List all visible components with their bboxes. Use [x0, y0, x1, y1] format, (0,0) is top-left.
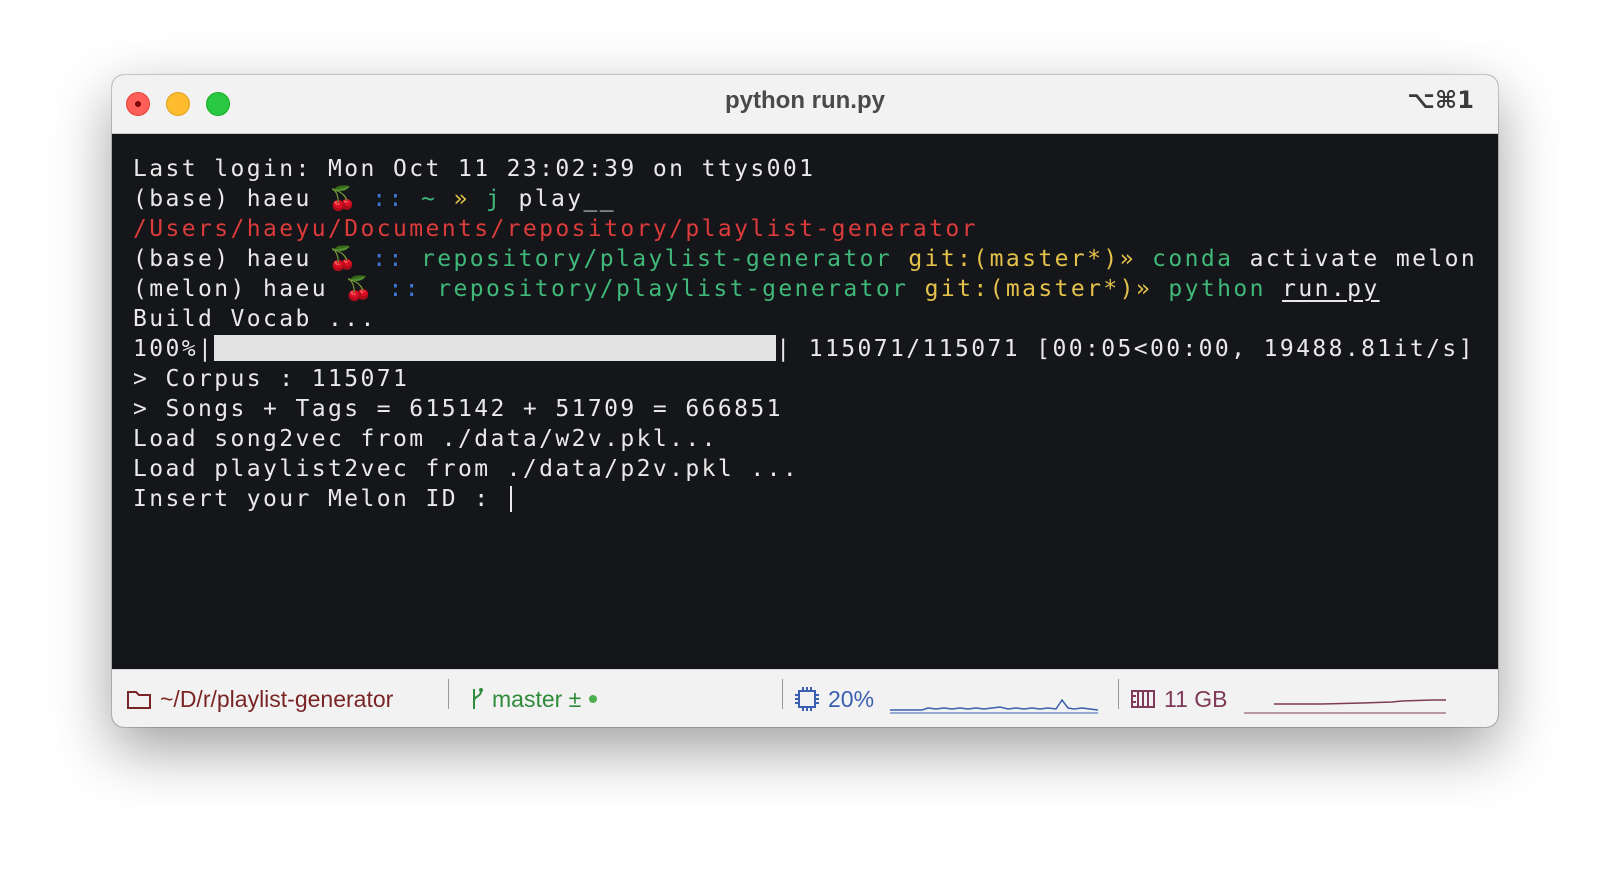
git-dirty-dot-icon — [589, 695, 598, 703]
status-git-branch[interactable]: master ± — [470, 670, 598, 727]
prompt-directory: ~ — [420, 186, 438, 212]
status-divider — [782, 679, 783, 709]
memory-icon — [1130, 688, 1156, 710]
status-path[interactable]: ~/D/r/playlist-generator — [126, 670, 393, 727]
git-branch-icon — [470, 687, 484, 711]
status-branch-label: master ± — [492, 685, 582, 712]
load-song2vec-line: Load song2vec from ./data/w2v.pkl... — [133, 426, 718, 452]
prompt-separator: :: — [372, 246, 405, 272]
progress-bar-end: | — [776, 336, 793, 362]
prompt-directory: repository/playlist-generator — [437, 276, 909, 302]
status-divider — [448, 679, 449, 709]
command-name: python — [1168, 276, 1266, 302]
status-memory: 11 GB — [1130, 670, 1448, 727]
memory-sparkline — [1243, 699, 1446, 714]
corpus-line: > Corpus : 115071 — [133, 366, 410, 392]
prompt-directory: repository/playlist-generator — [420, 246, 893, 272]
prompt-line: (base) haeu 🍒 :: ~ » j play__ — [133, 184, 1498, 214]
prompt-arrow: » — [453, 186, 470, 212]
command-name: conda — [1152, 246, 1234, 272]
cherry-emoji-icon: 🍒 — [344, 276, 373, 302]
command-argument: play__ — [518, 186, 616, 212]
input-prompt: Insert your Melon ID : — [133, 486, 507, 512]
terminal-window: python run.py ⌥⌘1 Last login: Mon Oct 11… — [112, 75, 1498, 727]
prompt-env: (base) haeu — [133, 246, 312, 272]
songs-tags-line: > Songs + Tags = 615142 + 51709 = 666851 — [133, 396, 783, 422]
prompt-env: (melon) haeu — [133, 276, 328, 302]
prompt-arrow: » — [1119, 246, 1136, 272]
jump-output-path: /Users/haeyu/Documents/repository/playli… — [133, 216, 978, 242]
progress-line: 100%| | 115071/115071 [00:05<00:00, 19488… — [133, 334, 1498, 364]
cherry-emoji-icon: 🍒 — [327, 246, 357, 272]
cherry-emoji-icon: 🍒 — [327, 186, 357, 212]
prompt-separator: :: — [372, 186, 405, 212]
text-cursor — [509, 486, 512, 512]
command-argument: run.py — [1282, 276, 1380, 302]
build-vocab-line: Build Vocab ... — [133, 306, 377, 332]
progress-bar — [214, 335, 777, 361]
window-shortcut: ⌥⌘1 — [1407, 86, 1474, 114]
prompt-env: (base) haeu — [133, 186, 312, 212]
status-memory-label: 11 GB — [1164, 685, 1228, 712]
window-title: python run.py — [725, 87, 885, 114]
prompt-line: (melon) haeu 🍒 :: repository/playlist-ge… — [133, 274, 1498, 304]
command-name: j — [485, 186, 503, 212]
folder-icon — [126, 688, 152, 710]
status-path-label: ~/D/r/playlist-generator — [160, 685, 394, 712]
status-cpu: 20% — [794, 670, 1100, 727]
status-cpu-label: 20% — [828, 685, 875, 712]
cpu-icon — [794, 686, 820, 712]
input-prompt-line[interactable]: Insert your Melon ID : — [133, 484, 1498, 514]
prompt-git-status: git:(master*) — [908, 246, 1120, 272]
progress-percent: 100%| — [133, 336, 215, 362]
command-argument: activate melon — [1249, 246, 1478, 272]
prompt-arrow: » — [1135, 276, 1153, 302]
terminal-output[interactable]: Last login: Mon Oct 11 23:02:39 on ttys0… — [112, 134, 1498, 669]
prompt-git-status: git:(master*) — [924, 276, 1136, 302]
cpu-sparkline — [890, 698, 1099, 714]
progress-stats: 115071/115071 [00:05<00:00, 19488.81it/s… — [808, 336, 1475, 362]
prompt-line: (base) haeu 🍒 :: repository/playlist-gen… — [133, 244, 1498, 274]
prompt-separator: :: — [388, 276, 421, 302]
progress-bar-fill — [214, 335, 777, 361]
status-bar: ~/D/r/playlist-generator master ± 20% 11… — [112, 669, 1498, 727]
status-divider — [1118, 679, 1119, 709]
login-line: Last login: Mon Oct 11 23:02:39 on ttys0… — [133, 156, 816, 182]
title-bar: python run.py ⌥⌘1 — [112, 75, 1498, 134]
load-playlist2vec-line: Load playlist2vec from ./data/p2v.pkl ..… — [133, 456, 800, 482]
